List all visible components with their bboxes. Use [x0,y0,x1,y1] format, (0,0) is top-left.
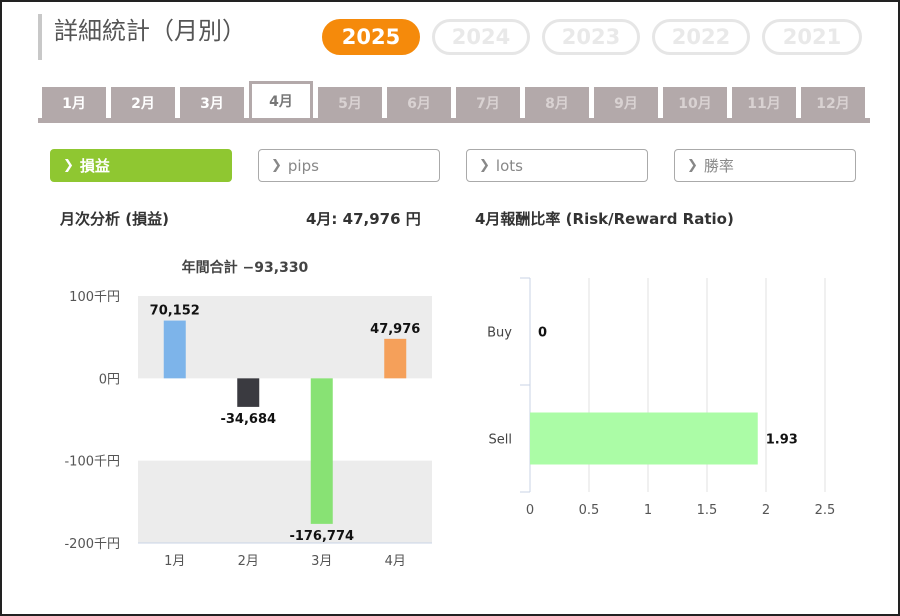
metric-button-label: 勝率 [703,157,734,175]
chevron-right-icon: ❯ [271,158,282,173]
year-button-2025[interactable]: 2025 [322,19,420,55]
bar-value-label: 1.93 [766,433,798,448]
y-tick-label: 100千円 [69,290,120,305]
metric-button-label: 損益 [79,157,110,175]
metric-button-label: lots [495,156,523,175]
monthly-analysis-title: 月次分析 (損益) [60,210,169,228]
tab-month-8[interactable]: 8月 [525,87,589,118]
bar-value-label: 0 [538,326,547,341]
month-summary: 4月: 47,976 円 [306,210,421,228]
bar-1 [163,320,186,379]
bar-2 [237,378,260,407]
year-button-2022[interactable]: 2022 [652,19,750,55]
y-tick-label: Sell [489,433,512,448]
tab-month-11[interactable]: 11月 [732,87,796,118]
x-tick-label: 4月 [385,554,406,569]
ratio-title: 4月報酬比率 (Risk/Reward Ratio) [475,210,734,228]
risk-reward-chart: 0 0.5 1 1.5 2 2.5 Buy 0 Sell 1.93 [487,277,836,518]
y-tick-label: -100千円 [64,455,120,470]
tab-month-10[interactable]: 10月 [663,87,727,118]
tab-month-5[interactable]: 5月 [318,87,382,118]
bar-value-label: 47,976 [370,322,420,337]
metric-button-profit[interactable]: ❯ 損益 [50,149,232,182]
bar-4 [384,338,407,379]
year-button-2021[interactable]: 2021 [762,19,862,55]
x-tick-label: 2 [762,503,770,518]
chart-title: 年間合計 −93,330 [182,259,309,276]
x-tick-label: 1 [644,503,652,518]
plot-band [138,460,432,543]
y-tick-label: 0円 [99,372,120,387]
metric-button-lots[interactable]: ❯ lots [466,149,648,182]
tab-month-6[interactable]: 6月 [387,87,451,118]
tab-month-7[interactable]: 7月 [456,87,520,118]
bar-value-label: -176,774 [289,529,354,544]
monthly-profit-chart: 年間合計 −93,330 100千円 0円 -100千円 -200千円 70,152 1月 -… [64,259,432,569]
title-block: 詳細統計（月別） [38,14,246,60]
x-tick-label: 2.5 [815,503,836,518]
bar-value-label: -34,684 [220,412,276,427]
bar-value-label: 70,152 [150,304,200,319]
year-selector: 2025 2024 2023 2022 2021 [322,19,862,55]
metric-button-winrate[interactable]: ❯ 勝率 [674,149,856,182]
month-tabs: 1月 2月 3月 4月 5月 6月 7月 8月 9月 10月 11月 12月 [42,81,865,118]
x-tick-label: 3月 [311,554,332,569]
chevron-right-icon: ❯ [687,158,698,173]
tab-underline [38,118,870,123]
tab-month-12[interactable]: 12月 [801,87,865,118]
x-tick-label: 0.5 [579,503,600,518]
y-tick-label: Buy [487,326,512,341]
y-tick-label: -200千円 [64,537,120,552]
year-button-2024[interactable]: 2024 [432,19,530,55]
metric-button-label: pips [287,156,319,175]
page-title: 詳細統計（月別） [54,17,246,45]
x-tick-label: 1.5 [697,503,718,518]
tab-month-1[interactable]: 1月 [42,87,106,118]
x-tick-label: 0 [526,503,534,518]
metric-button-pips[interactable]: ❯ pips [258,149,440,182]
tab-month-4[interactable]: 4月 [249,81,313,118]
tab-month-9[interactable]: 9月 [594,87,658,118]
x-tick-label: 1月 [164,554,185,569]
bar-sell [530,412,758,465]
chevron-right-icon: ❯ [479,158,490,173]
chevron-right-icon: ❯ [63,158,74,173]
x-tick-label: 2月 [238,554,259,569]
year-button-2023[interactable]: 2023 [542,19,640,55]
tab-month-2[interactable]: 2月 [111,87,175,118]
bar-3 [310,378,333,524]
tab-month-3[interactable]: 3月 [180,87,244,118]
